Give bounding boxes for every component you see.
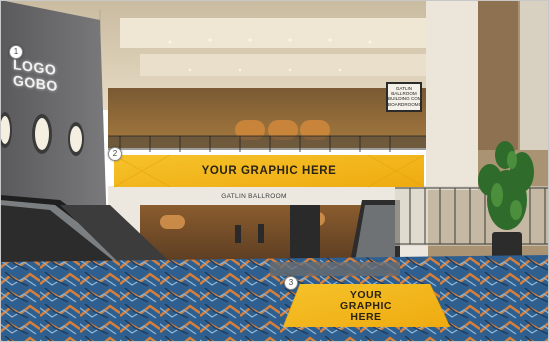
venue-photo: LOGO GOBO YOUR GRAPHIC HERE GATLIN BALLR… [0, 0, 549, 342]
directional-sign: GATLIN BALLROOM BUILDING COMMUNITY BOARD… [386, 82, 422, 112]
marker-2: 2 [108, 147, 122, 161]
marker-3: 3 [284, 276, 298, 290]
marker-1: 1 [9, 45, 23, 59]
floor-graphic: YOUR GRAPHIC HERE [340, 288, 392, 323]
sign-line: BUILDING COMMUNITY [388, 96, 420, 102]
sign-line: BOARDROOMS [388, 101, 420, 107]
ballroom-entrance-label: GATLIN BALLROOM [221, 193, 287, 200]
balcony-banner-graphic: YOUR GRAPHIC HERE [201, 165, 337, 177]
